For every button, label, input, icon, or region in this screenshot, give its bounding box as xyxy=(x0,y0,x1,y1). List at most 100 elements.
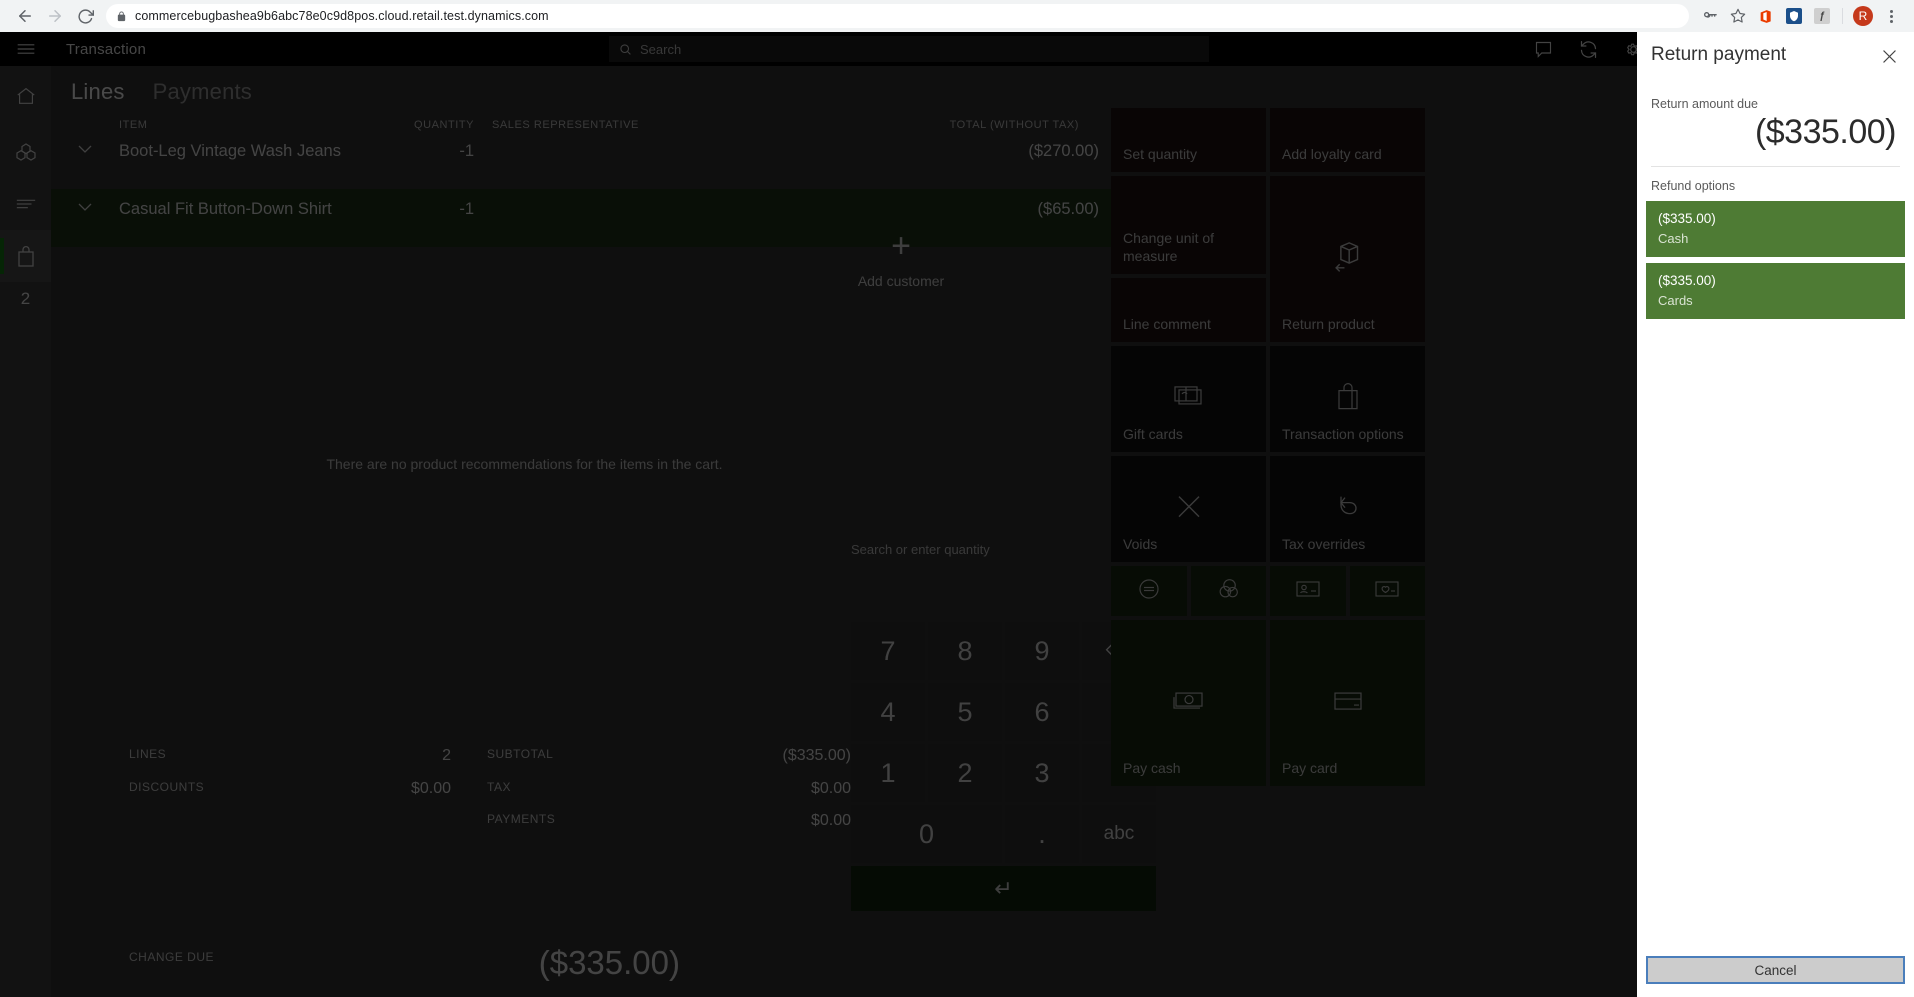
app-bar-action-group xyxy=(1533,32,1644,66)
key-7[interactable]: 7 xyxy=(851,622,925,680)
tile-line-comment[interactable]: Line comment xyxy=(1111,278,1266,342)
table-row[interactable]: Boot-Leg Vintage Wash Jeans -1 ($270.00) xyxy=(51,131,1118,189)
feedback-icon[interactable] xyxy=(1533,39,1554,60)
tab-lines[interactable]: Lines xyxy=(71,79,125,105)
line-item-total: ($65.00) xyxy=(1037,200,1099,218)
three-dot-menu-icon[interactable] xyxy=(1878,3,1904,29)
sidebar-item-home[interactable] xyxy=(0,66,51,126)
tile-currency[interactable] xyxy=(1190,566,1266,616)
tile-add-loyalty-card[interactable]: Add loyalty card xyxy=(1270,108,1425,172)
cancel-button[interactable]: Cancel xyxy=(1646,956,1905,984)
avatar[interactable]: R xyxy=(1850,3,1876,29)
reload-icon[interactable] xyxy=(70,1,100,31)
refund-option-method: Cash xyxy=(1658,231,1689,246)
totals-discounts-label: DISCOUNTS xyxy=(129,780,205,794)
lines-table-header: ITEM QUANTITY SALES REPRESENTATIVE TOTAL… xyxy=(51,119,1118,131)
tile-set-quantity[interactable]: Set quantity xyxy=(1111,108,1266,172)
tile-loyalty-card[interactable] xyxy=(1349,566,1425,616)
password-key-icon[interactable] xyxy=(1697,3,1723,29)
return-product-box-icon xyxy=(1270,237,1425,275)
totals-lines-label: LINES xyxy=(129,747,167,761)
forward-arrow-icon[interactable] xyxy=(40,1,70,31)
address-bar[interactable]: commercebugbashea9b6abc78e0c9d8pos.cloud… xyxy=(106,4,1689,28)
key-8[interactable]: 8 xyxy=(928,622,1002,680)
chevron-down-icon[interactable] xyxy=(51,199,119,212)
transaction-content: Lines Payments ITEM QUANTITY SALES REPRE… xyxy=(51,66,1914,997)
tile-label: Set quantity xyxy=(1123,145,1197,162)
tile-minus-circle[interactable] xyxy=(1111,566,1187,616)
tile-pay-card[interactable]: Pay card xyxy=(1270,620,1425,786)
profile-initial: R xyxy=(1853,6,1873,26)
search-input[interactable]: Search xyxy=(609,36,1209,62)
refund-options-list: ($335.00) Cash ($335.00) Cards xyxy=(1637,201,1914,319)
dialog-footer: Cancel xyxy=(1637,956,1914,997)
refund-option-cards[interactable]: ($335.00) Cards xyxy=(1646,263,1905,319)
enter-key[interactable]: ↵ xyxy=(851,866,1156,911)
lines-table: ITEM QUANTITY SALES REPRESENTATIVE TOTAL… xyxy=(51,119,1118,247)
bookmark-star-icon[interactable] xyxy=(1725,3,1751,29)
cart-bag-icon xyxy=(17,245,34,267)
browser-extension-bar: ƒ R xyxy=(1697,3,1904,29)
totals-payments-label: PAYMENTS xyxy=(487,812,556,826)
tile-label: Pay card xyxy=(1282,759,1338,776)
key-0[interactable]: 0 xyxy=(851,805,1002,863)
quick-action-tiles-row xyxy=(1111,566,1425,616)
tile-id-card[interactable] xyxy=(1270,566,1346,616)
totals-discounts-value: $0.00 xyxy=(410,780,451,797)
abc-key[interactable]: abc xyxy=(1082,805,1156,863)
lock-icon xyxy=(116,10,127,22)
tile-change-unit-of-measure[interactable]: Change unit of measure xyxy=(1111,176,1266,274)
key-2[interactable]: 2 xyxy=(928,744,1002,802)
tile-return-product[interactable]: Return product xyxy=(1270,176,1425,342)
pos-application: 2 Transaction Search Lines Payments ITEM… xyxy=(0,32,1914,997)
refund-option-method: Cards xyxy=(1658,293,1693,308)
column-header-item: ITEM xyxy=(119,119,148,131)
sync-icon[interactable] xyxy=(1578,39,1599,60)
tile-transaction-options[interactable]: Transaction options xyxy=(1270,346,1425,452)
sidebar-item-lines[interactable] xyxy=(0,178,51,230)
tile-label: Gift cards xyxy=(1123,425,1183,442)
app-header-bar: Transaction Search xyxy=(51,32,1914,66)
key-9[interactable]: 9 xyxy=(1005,622,1079,680)
list-lines-icon xyxy=(16,199,35,209)
security-extension-icon[interactable] xyxy=(1781,3,1807,29)
key-3[interactable]: 3 xyxy=(1005,744,1079,802)
column-header-quantity: QUANTITY xyxy=(413,119,474,131)
sidebar-item-products[interactable] xyxy=(0,126,51,178)
refund-option-amount: ($335.00) xyxy=(1658,211,1716,226)
key-4[interactable]: 4 xyxy=(851,683,925,741)
gift-card-icon xyxy=(1111,384,1266,410)
tile-label: Add loyalty card xyxy=(1282,145,1382,162)
column-header-total: TOTAL (WITHOUT TAX) xyxy=(949,119,1079,131)
script-extension-icon[interactable]: ƒ xyxy=(1809,3,1835,29)
key-1[interactable]: 1 xyxy=(851,744,925,802)
tile-gift-cards[interactable]: Gift cards xyxy=(1111,346,1266,452)
refund-option-cash[interactable]: ($335.00) Cash xyxy=(1646,201,1905,257)
hamburger-menu-icon[interactable] xyxy=(0,32,51,66)
close-icon[interactable] xyxy=(1873,44,1900,73)
tab-payments[interactable]: Payments xyxy=(153,79,252,105)
left-navigation-rail: 2 xyxy=(0,32,51,997)
browser-toolbar: commercebugbashea9b6abc78e0c9d8pos.cloud… xyxy=(0,0,1914,32)
minus-circle-icon xyxy=(1137,577,1161,606)
key-6[interactable]: 6 xyxy=(1005,683,1079,741)
back-arrow-icon[interactable] xyxy=(10,1,40,31)
dimmed-background-layer: 2 Transaction Search Lines Payments ITEM… xyxy=(0,32,1914,997)
office-extension-icon[interactable] xyxy=(1753,3,1779,29)
line-item-total: ($270.00) xyxy=(1028,142,1099,160)
sidebar-item-cart[interactable] xyxy=(0,230,51,282)
tile-pay-cash[interactable]: Pay cash xyxy=(1111,620,1266,786)
tile-label: Tax overrides xyxy=(1282,535,1366,552)
tile-tax-overrides[interactable]: Tax overrides xyxy=(1270,456,1425,562)
tile-voids[interactable]: Voids xyxy=(1111,456,1266,562)
action-tiles-panel: Set quantity Add loyalty card Change uni… xyxy=(1111,108,1426,786)
chevron-down-icon[interactable] xyxy=(51,141,119,154)
refund-options-label: Refund options xyxy=(1651,179,1736,193)
decimal-key[interactable]: . xyxy=(1005,805,1079,863)
address-bar-url: commercebugbashea9b6abc78e0c9d8pos.cloud… xyxy=(135,9,549,23)
change-due-label: CHANGE DUE xyxy=(129,950,215,964)
return-amount-due-value: ($335.00) xyxy=(1754,113,1897,151)
key-5[interactable]: 5 xyxy=(928,683,1002,741)
return-payment-dialog: Return payment Return amount due ($335.0… xyxy=(1637,32,1914,997)
add-customer-button[interactable]: + Add customer xyxy=(821,229,981,289)
